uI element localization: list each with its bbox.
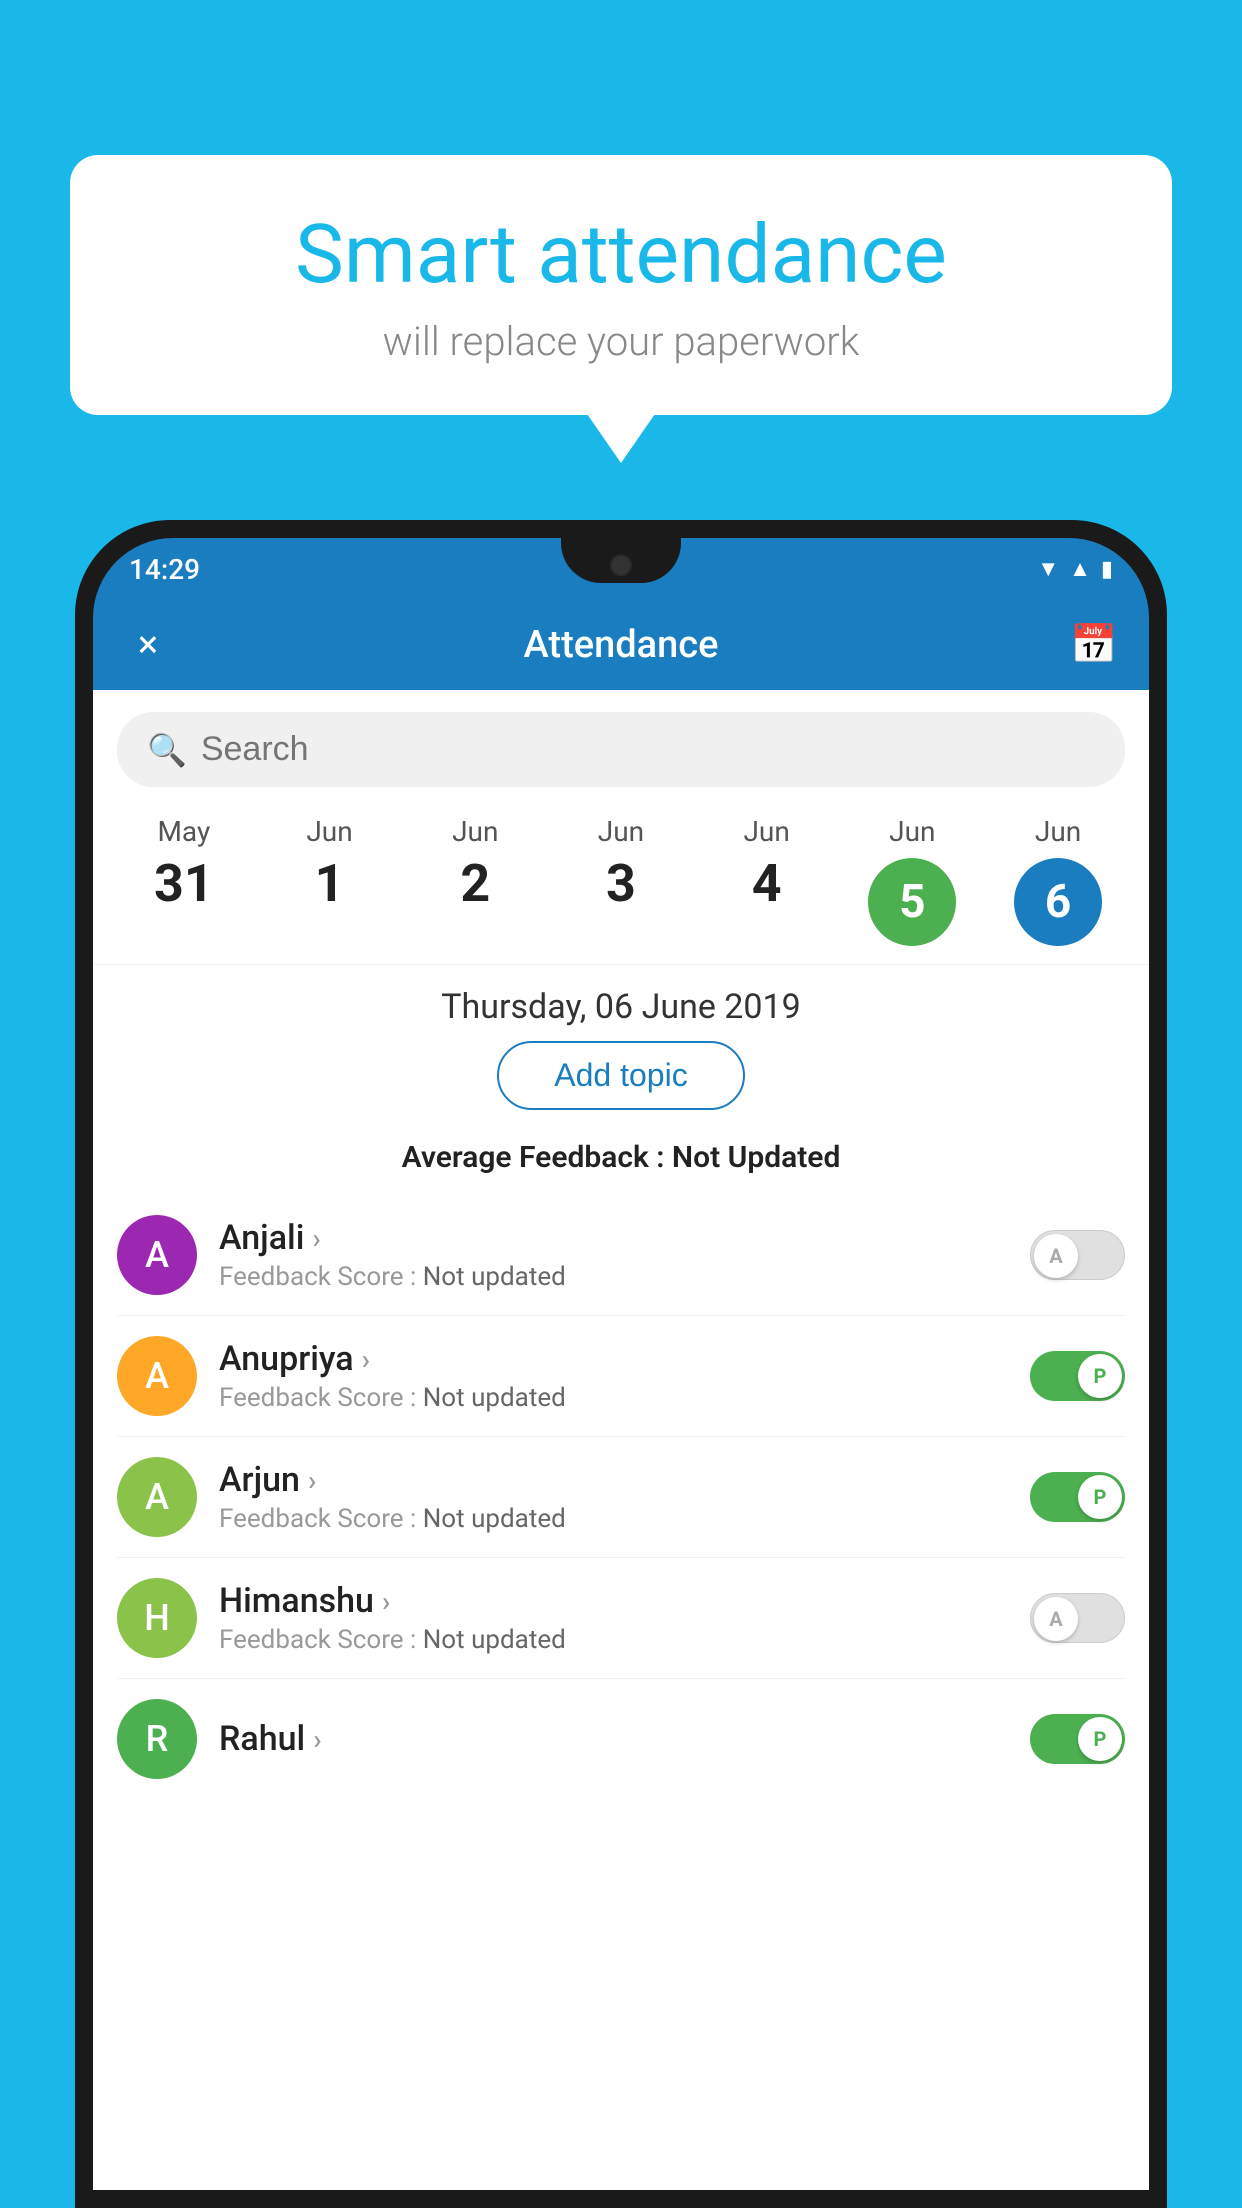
student-name-2[interactable]: Arjun › xyxy=(219,1460,1008,1500)
chevron-icon-2: › xyxy=(308,1464,316,1497)
search-icon: 🔍 xyxy=(147,731,187,769)
student-name-3[interactable]: Himanshu › xyxy=(219,1581,1008,1621)
cal-month-4: Jun xyxy=(743,815,789,848)
student-info-0: Anjali › Feedback Score : Not updated xyxy=(219,1218,1008,1292)
status-time: 14:29 xyxy=(129,553,200,586)
app-content: 🔍 May 31 Jun 1 Jun 2 Jun xyxy=(93,690,1149,2190)
cal-month-0: May xyxy=(157,815,210,848)
toggle-wrap-3[interactable]: A xyxy=(1030,1593,1125,1643)
calendar-day-1[interactable]: Jun 1 xyxy=(275,815,385,964)
cal-date-4: 4 xyxy=(752,858,782,910)
student-feedback-0: Feedback Score : Not updated xyxy=(219,1262,1008,1292)
toggle-wrap-4[interactable]: P xyxy=(1030,1714,1125,1764)
calendar-day-5[interactable]: Jun 5 xyxy=(857,815,967,964)
student-item-3: H Himanshu › Feedback Score : Not update… xyxy=(117,1558,1125,1679)
student-avatar-2: A xyxy=(117,1457,197,1537)
cal-month-5: Jun xyxy=(889,815,935,848)
cal-month-2: Jun xyxy=(452,815,498,848)
student-name-0[interactable]: Anjali › xyxy=(219,1218,1008,1258)
student-avatar-3: H xyxy=(117,1578,197,1658)
student-feedback-3: Feedback Score : Not updated xyxy=(219,1625,1008,1655)
student-feedback-1: Feedback Score : Not updated xyxy=(219,1383,1008,1413)
student-item-2: A Arjun › Feedback Score : Not updated P xyxy=(117,1437,1125,1558)
toggle-knob-1: P xyxy=(1078,1354,1122,1398)
bubble-title: Smart attendance xyxy=(130,210,1112,300)
notch xyxy=(561,538,681,583)
student-item-4: R Rahul › P xyxy=(117,1679,1125,1799)
chevron-icon-3: › xyxy=(382,1585,390,1618)
toggle-knob-0: A xyxy=(1034,1234,1078,1278)
battery-icon: ▮ xyxy=(1101,557,1113,582)
speech-bubble-container: Smart attendance will replace your paper… xyxy=(70,155,1172,415)
toggle-wrap-1[interactable]: P xyxy=(1030,1351,1125,1401)
calendar-day-2[interactable]: Jun 2 xyxy=(420,815,530,964)
app-toolbar: × Attendance 📅 xyxy=(93,600,1149,690)
cal-date-5: 5 xyxy=(868,858,956,946)
student-name-4[interactable]: Rahul › xyxy=(219,1719,1008,1759)
cal-date-3: 3 xyxy=(606,858,636,910)
status-icons: ▼ ▲ ▮ xyxy=(1037,556,1113,582)
student-avatar-1: A xyxy=(117,1336,197,1416)
attendance-toggle-2[interactable]: P xyxy=(1030,1472,1125,1522)
cal-month-6: Jun xyxy=(1035,815,1081,848)
student-avatar-0: A xyxy=(117,1215,197,1295)
close-button[interactable]: × xyxy=(123,623,173,667)
student-info-1: Anupriya › Feedback Score : Not updated xyxy=(219,1339,1008,1413)
calendar-icon[interactable]: 📅 xyxy=(1069,623,1119,667)
cal-date-0: 31 xyxy=(154,858,214,910)
toggle-knob-2: P xyxy=(1078,1475,1122,1519)
toolbar-title: Attendance xyxy=(173,623,1069,667)
calendar-day-0[interactable]: May 31 xyxy=(129,815,239,964)
student-list: A Anjali › Feedback Score : Not updated … xyxy=(93,1195,1149,1799)
search-bar[interactable]: 🔍 xyxy=(117,712,1125,787)
selected-date-label: Thursday, 06 June 2019 xyxy=(93,965,1149,1041)
phone-inner: 14:29 ▼ ▲ ▮ × Attendance 📅 🔍 May xyxy=(93,538,1149,2190)
student-name-1[interactable]: Anupriya › xyxy=(219,1339,1008,1379)
bubble-subtitle: will replace your paperwork xyxy=(130,318,1112,365)
phone-frame: 14:29 ▼ ▲ ▮ × Attendance 📅 🔍 May xyxy=(75,520,1167,2208)
attendance-toggle-3[interactable]: A xyxy=(1030,1593,1125,1643)
average-feedback: Average Feedback : Not Updated xyxy=(93,1130,1149,1195)
notch-camera xyxy=(610,554,632,576)
speech-bubble: Smart attendance will replace your paper… xyxy=(70,155,1172,415)
wifi-icon: ▼ xyxy=(1037,556,1059,582)
calendar-day-4[interactable]: Jun 4 xyxy=(712,815,822,964)
status-bar: 14:29 ▼ ▲ ▮ xyxy=(93,538,1149,600)
student-item-1: A Anupriya › Feedback Score : Not update… xyxy=(117,1316,1125,1437)
toggle-wrap-2[interactable]: P xyxy=(1030,1472,1125,1522)
signal-icon: ▲ xyxy=(1069,556,1091,582)
avg-feedback-label: Average Feedback : xyxy=(402,1140,665,1175)
toggle-wrap-0[interactable]: A xyxy=(1030,1230,1125,1280)
chevron-icon-4: › xyxy=(313,1723,321,1756)
calendar-day-3[interactable]: Jun 3 xyxy=(566,815,676,964)
cal-date-2: 2 xyxy=(460,858,490,910)
student-info-4: Rahul › xyxy=(219,1719,1008,1759)
student-info-2: Arjun › Feedback Score : Not updated xyxy=(219,1460,1008,1534)
attendance-toggle-1[interactable]: P xyxy=(1030,1351,1125,1401)
student-avatar-4: R xyxy=(117,1699,197,1779)
calendar-day-6[interactable]: Jun 6 xyxy=(1003,815,1113,964)
toggle-knob-3: A xyxy=(1034,1597,1078,1641)
attendance-toggle-4[interactable]: P xyxy=(1030,1714,1125,1764)
cal-date-6: 6 xyxy=(1014,858,1102,946)
add-topic-button[interactable]: Add topic xyxy=(497,1041,744,1110)
cal-month-3: Jun xyxy=(598,815,644,848)
search-input[interactable] xyxy=(201,730,1095,769)
cal-month-1: Jun xyxy=(306,815,352,848)
student-feedback-2: Feedback Score : Not updated xyxy=(219,1504,1008,1534)
chevron-icon-0: › xyxy=(312,1222,320,1255)
cal-date-1: 1 xyxy=(315,858,345,910)
attendance-toggle-0[interactable]: A xyxy=(1030,1230,1125,1280)
chevron-icon-1: › xyxy=(362,1343,370,1376)
student-item-0: A Anjali › Feedback Score : Not updated … xyxy=(117,1195,1125,1316)
toggle-knob-4: P xyxy=(1078,1717,1122,1761)
student-info-3: Himanshu › Feedback Score : Not updated xyxy=(219,1581,1008,1655)
calendar-strip: May 31 Jun 1 Jun 2 Jun 3 Jun 4 xyxy=(93,805,1149,965)
avg-feedback-value: Not Updated xyxy=(672,1140,840,1175)
